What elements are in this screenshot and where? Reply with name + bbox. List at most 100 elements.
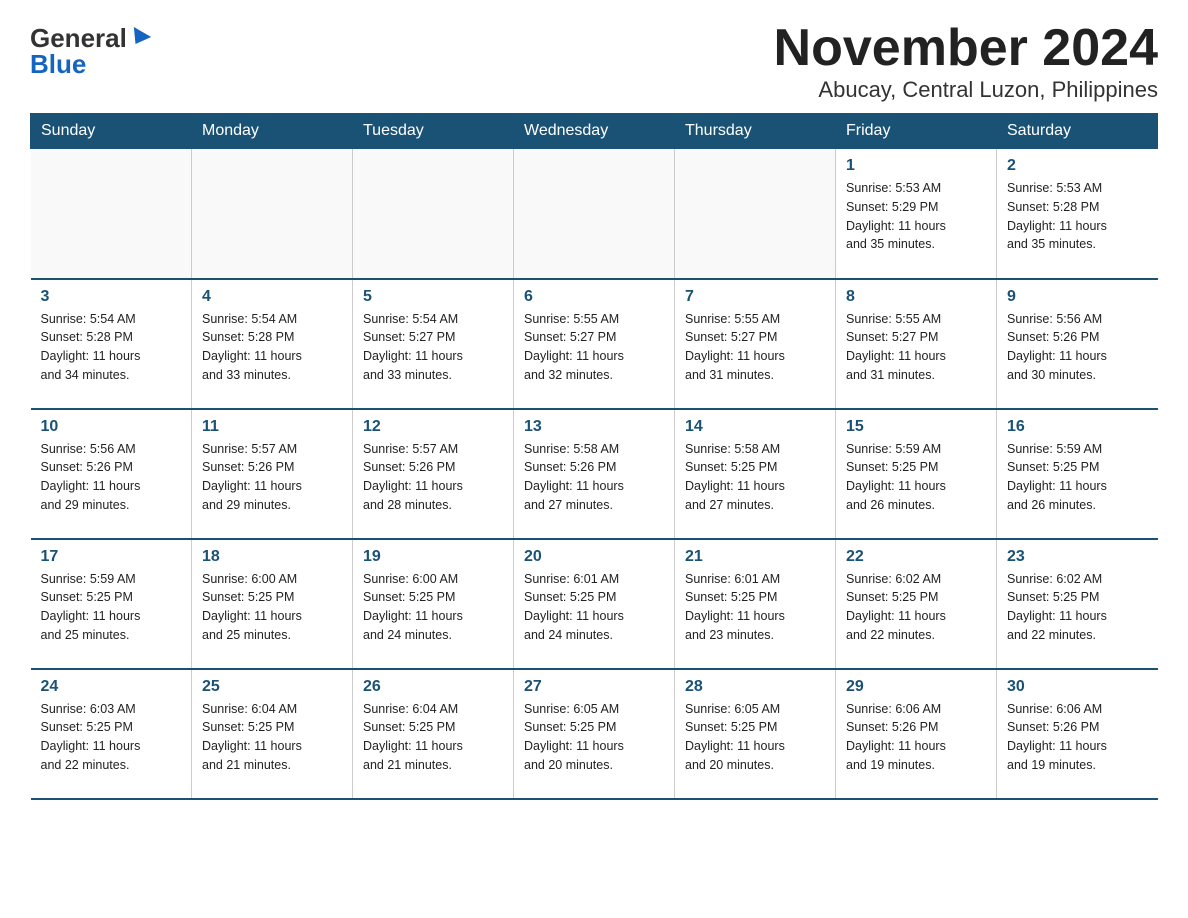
day-number: 23 xyxy=(1007,548,1148,566)
weekday-header: Tuesday xyxy=(353,114,514,149)
weekday-header: Monday xyxy=(192,114,353,149)
day-info: Sunrise: 6:02 AMSunset: 5:25 PMDaylight:… xyxy=(846,570,986,645)
calendar-header-row: SundayMondayTuesdayWednesdayThursdayFrid… xyxy=(31,114,1158,149)
calendar-cell: 29Sunrise: 6:06 AMSunset: 5:26 PMDayligh… xyxy=(836,669,997,799)
calendar-cell xyxy=(353,149,514,279)
logo-general-text: General xyxy=(30,25,127,51)
calendar-cell: 5 Sunrise: 5:54 AMSunset: 5:27 PMDaylight… xyxy=(353,279,514,409)
day-info: Sunrise: 5:54 AMSunset: 5:28 PMDaylight:… xyxy=(202,310,342,385)
calendar-cell xyxy=(514,149,675,279)
calendar-cell: 2 Sunrise: 5:53 AMSunset: 5:28 PMDaylight… xyxy=(997,149,1158,279)
page-subtitle: Abucay, Central Luzon, Philippines xyxy=(774,77,1158,103)
day-info: Sunrise: 5:58 AMSunset: 5:26 PMDaylight:… xyxy=(524,440,664,515)
calendar-cell: 17 Sunrise: 5:59 AMSunset: 5:25 PMDayligh… xyxy=(31,539,192,669)
day-info: Sunrise: 6:05 AMSunset: 5:25 PMDaylight:… xyxy=(685,700,825,775)
day-info: Sunrise: 6:04 AMSunset: 5:25 PMDaylight:… xyxy=(363,700,503,775)
day-info: Sunrise: 5:54 AMSunset: 5:28 PMDaylight:… xyxy=(41,310,182,385)
day-info: Sunrise: 5:56 AMSunset: 5:26 PMDaylight:… xyxy=(41,440,182,515)
page-header: General Blue November 2024 Abucay, Centr… xyxy=(30,20,1158,103)
day-info: Sunrise: 5:54 AMSunset: 5:27 PMDaylight:… xyxy=(363,310,503,385)
day-number: 8 xyxy=(846,288,986,306)
day-info: Sunrise: 5:59 AMSunset: 5:25 PMDaylight:… xyxy=(1007,440,1148,515)
calendar-cell: 7Sunrise: 5:55 AMSunset: 5:27 PMDaylight… xyxy=(675,279,836,409)
calendar-cell: 9Sunrise: 5:56 AMSunset: 5:26 PMDaylight… xyxy=(997,279,1158,409)
day-info: Sunrise: 5:55 AMSunset: 5:27 PMDaylight:… xyxy=(524,310,664,385)
calendar-cell: 19Sunrise: 6:00 AMSunset: 5:25 PMDayligh… xyxy=(353,539,514,669)
calendar-week-row: 1 Sunrise: 5:53 AMSunset: 5:29 PMDaylight… xyxy=(31,149,1158,279)
weekday-header: Saturday xyxy=(997,114,1158,149)
calendar-cell: 8 Sunrise: 5:55 AMSunset: 5:27 PMDaylight… xyxy=(836,279,997,409)
weekday-header: Sunday xyxy=(31,114,192,149)
calendar-cell xyxy=(192,149,353,279)
day-number: 25 xyxy=(202,678,342,696)
calendar-cell: 3 Sunrise: 5:54 AMSunset: 5:28 PMDaylight… xyxy=(31,279,192,409)
day-number: 27 xyxy=(524,678,664,696)
calendar-cell: 23 Sunrise: 6:02 AMSunset: 5:25 PMDayligh… xyxy=(997,539,1158,669)
day-number: 6 xyxy=(524,288,664,306)
day-info: Sunrise: 6:06 AMSunset: 5:26 PMDaylight:… xyxy=(1007,700,1148,775)
title-block: November 2024 Abucay, Central Luzon, Phi… xyxy=(774,20,1158,103)
day-number: 14 xyxy=(685,418,825,436)
calendar-cell xyxy=(675,149,836,279)
calendar-table: SundayMondayTuesdayWednesdayThursdayFrid… xyxy=(30,113,1158,800)
calendar-cell: 4 Sunrise: 5:54 AMSunset: 5:28 PMDaylight… xyxy=(192,279,353,409)
weekday-header: Friday xyxy=(836,114,997,149)
logo-blue-text: Blue xyxy=(30,51,86,77)
day-number: 12 xyxy=(363,418,503,436)
day-info: Sunrise: 6:03 AMSunset: 5:25 PMDaylight:… xyxy=(41,700,182,775)
day-number: 21 xyxy=(685,548,825,566)
calendar-cell: 22 Sunrise: 6:02 AMSunset: 5:25 PMDayligh… xyxy=(836,539,997,669)
day-info: Sunrise: 5:55 AMSunset: 5:27 PMDaylight:… xyxy=(846,310,986,385)
day-number: 26 xyxy=(363,678,503,696)
day-number: 3 xyxy=(41,288,182,306)
day-number: 24 xyxy=(41,678,182,696)
calendar-cell: 30 Sunrise: 6:06 AMSunset: 5:26 PMDayligh… xyxy=(997,669,1158,799)
calendar-week-row: 10 Sunrise: 5:56 AMSunset: 5:26 PMDayligh… xyxy=(31,409,1158,539)
day-number: 17 xyxy=(41,548,182,566)
calendar-cell: 26 Sunrise: 6:04 AMSunset: 5:25 PMDayligh… xyxy=(353,669,514,799)
day-number: 1 xyxy=(846,157,986,175)
calendar-cell: 21 Sunrise: 6:01 AMSunset: 5:25 PMDayligh… xyxy=(675,539,836,669)
calendar-cell: 10 Sunrise: 5:56 AMSunset: 5:26 PMDayligh… xyxy=(31,409,192,539)
calendar-cell: 16 Sunrise: 5:59 AMSunset: 5:25 PMDayligh… xyxy=(997,409,1158,539)
logo-triangle-icon xyxy=(127,27,151,49)
day-number: 29 xyxy=(846,678,986,696)
calendar-week-row: 24 Sunrise: 6:03 AMSunset: 5:25 PMDayligh… xyxy=(31,669,1158,799)
day-number: 9 xyxy=(1007,288,1148,306)
day-info: Sunrise: 5:53 AMSunset: 5:29 PMDaylight:… xyxy=(846,179,986,254)
day-info: Sunrise: 6:00 AMSunset: 5:25 PMDaylight:… xyxy=(202,570,342,645)
day-number: 15 xyxy=(846,418,986,436)
weekday-header: Wednesday xyxy=(514,114,675,149)
day-info: Sunrise: 6:01 AMSunset: 5:25 PMDaylight:… xyxy=(685,570,825,645)
day-info: Sunrise: 5:57 AMSunset: 5:26 PMDaylight:… xyxy=(202,440,342,515)
day-number: 22 xyxy=(846,548,986,566)
calendar-cell xyxy=(31,149,192,279)
day-number: 5 xyxy=(363,288,503,306)
day-number: 10 xyxy=(41,418,182,436)
day-number: 2 xyxy=(1007,157,1148,175)
calendar-week-row: 3 Sunrise: 5:54 AMSunset: 5:28 PMDaylight… xyxy=(31,279,1158,409)
day-info: Sunrise: 5:59 AMSunset: 5:25 PMDaylight:… xyxy=(41,570,182,645)
day-number: 30 xyxy=(1007,678,1148,696)
calendar-cell: 25 Sunrise: 6:04 AMSunset: 5:25 PMDayligh… xyxy=(192,669,353,799)
calendar-cell: 14Sunrise: 5:58 AMSunset: 5:25 PMDayligh… xyxy=(675,409,836,539)
logo: General Blue xyxy=(30,20,149,77)
day-info: Sunrise: 6:05 AMSunset: 5:25 PMDaylight:… xyxy=(524,700,664,775)
day-info: Sunrise: 6:00 AMSunset: 5:25 PMDaylight:… xyxy=(363,570,503,645)
calendar-cell: 15Sunrise: 5:59 AMSunset: 5:25 PMDayligh… xyxy=(836,409,997,539)
day-info: Sunrise: 6:02 AMSunset: 5:25 PMDaylight:… xyxy=(1007,570,1148,645)
calendar-cell: 12 Sunrise: 5:57 AMSunset: 5:26 PMDayligh… xyxy=(353,409,514,539)
day-number: 16 xyxy=(1007,418,1148,436)
weekday-header: Thursday xyxy=(675,114,836,149)
calendar-cell: 27 Sunrise: 6:05 AMSunset: 5:25 PMDayligh… xyxy=(514,669,675,799)
page-title: November 2024 xyxy=(774,20,1158,77)
day-number: 20 xyxy=(524,548,664,566)
day-number: 4 xyxy=(202,288,342,306)
day-number: 11 xyxy=(202,418,342,436)
day-info: Sunrise: 5:57 AMSunset: 5:26 PMDaylight:… xyxy=(363,440,503,515)
day-info: Sunrise: 6:04 AMSunset: 5:25 PMDaylight:… xyxy=(202,700,342,775)
day-number: 28 xyxy=(685,678,825,696)
calendar-cell: 11 Sunrise: 5:57 AMSunset: 5:26 PMDayligh… xyxy=(192,409,353,539)
day-info: Sunrise: 5:53 AMSunset: 5:28 PMDaylight:… xyxy=(1007,179,1148,254)
calendar-cell: 24 Sunrise: 6:03 AMSunset: 5:25 PMDayligh… xyxy=(31,669,192,799)
